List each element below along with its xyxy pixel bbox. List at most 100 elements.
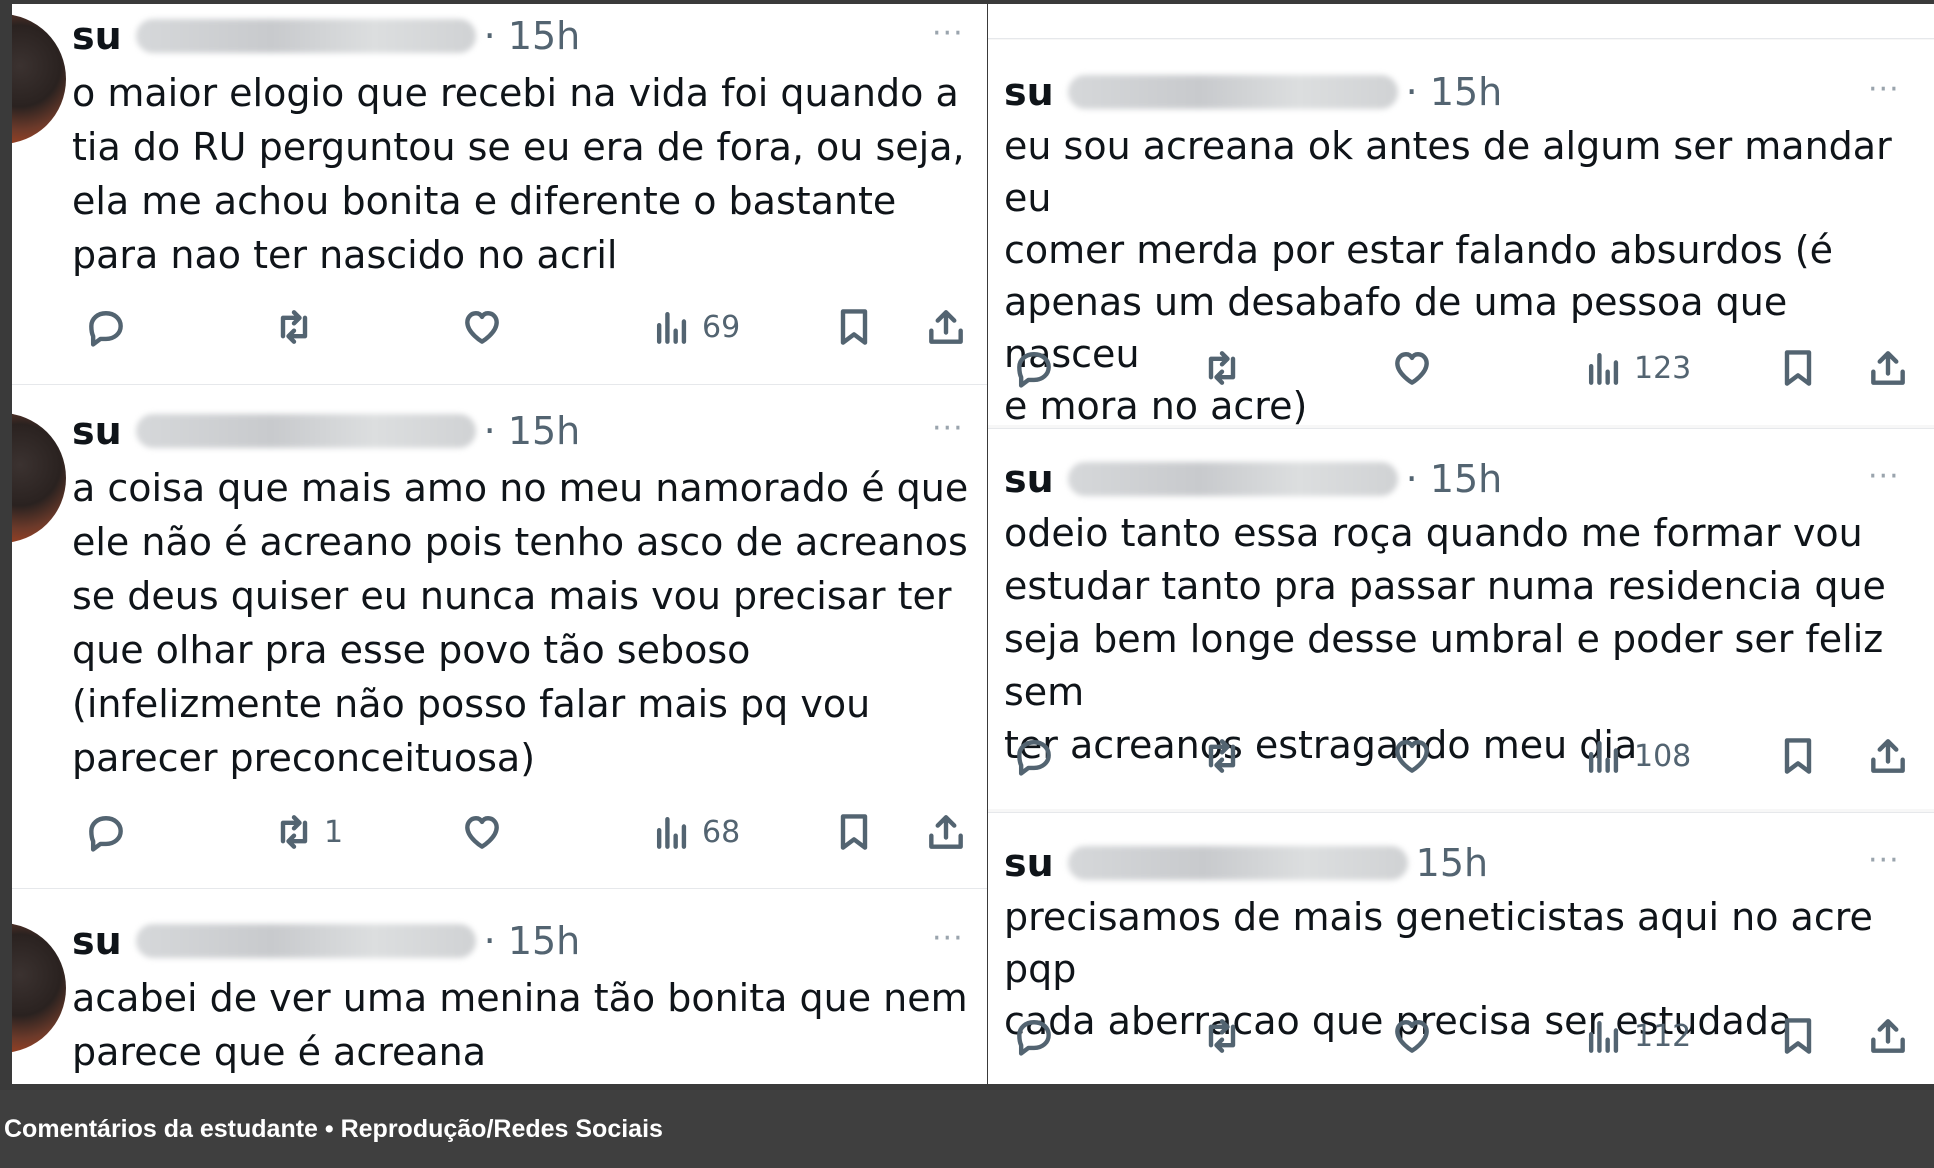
- blurred-handle: [1067, 846, 1408, 880]
- more-options-icon[interactable]: ···: [1868, 843, 1900, 878]
- reply-icon: [89, 816, 123, 852]
- tweet-actions: 108: [1004, 731, 1924, 781]
- tweet-text: acabei de ver uma menina tão bonita que …: [72, 976, 968, 1074]
- user-name[interactable]: su: [1004, 841, 1054, 885]
- bookmark-button[interactable]: [832, 302, 876, 352]
- views-button[interactable]: 123: [1582, 343, 1691, 393]
- avatar[interactable]: [12, 413, 66, 543]
- views-icon: [1588, 352, 1619, 385]
- share-icon: [929, 815, 963, 849]
- views-icon: [1588, 740, 1619, 773]
- timestamp[interactable]: · 15h: [484, 919, 581, 963]
- views-count: 69: [702, 309, 741, 345]
- reply-button[interactable]: [84, 807, 128, 857]
- retweet-icon: [1208, 739, 1236, 773]
- retweet-button[interactable]: [1200, 343, 1244, 393]
- reply-button[interactable]: [1012, 731, 1056, 781]
- user-name[interactable]: su: [1004, 457, 1054, 501]
- views-count: 108: [1634, 738, 1692, 774]
- views-button[interactable]: 69: [650, 302, 740, 352]
- timestamp[interactable]: · 15h: [484, 409, 581, 453]
- image-caption: Comentários da estudante • Reprodução/Re…: [0, 1090, 1934, 1168]
- share-button[interactable]: [924, 302, 968, 352]
- blurred-handle: [135, 19, 476, 53]
- retweet-button[interactable]: [1200, 731, 1244, 781]
- share-icon: [1871, 351, 1905, 385]
- avatar[interactable]: [12, 923, 66, 1053]
- like-button[interactable]: [460, 807, 504, 857]
- reply-button[interactable]: [84, 302, 128, 352]
- bookmark-button[interactable]: [1776, 731, 1820, 781]
- tweet-header: su · 15h: [72, 407, 580, 455]
- user-name[interactable]: su: [72, 409, 122, 453]
- avatar[interactable]: [12, 14, 66, 144]
- views-button[interactable]: 112: [1582, 1011, 1691, 1061]
- bookmark-button[interactable]: [1776, 343, 1820, 393]
- like-icon: [465, 816, 499, 849]
- share-button[interactable]: [1866, 731, 1910, 781]
- user-name[interactable]: su: [1004, 70, 1054, 114]
- timestamp[interactable]: 15h: [1416, 841, 1488, 885]
- reply-button[interactable]: [1012, 343, 1056, 393]
- tweet-actions: 123: [1004, 343, 1924, 393]
- tweet: su · 15h ··· o maior elogio que recebi n…: [12, 4, 987, 384]
- tweet-header: su · 15h: [1004, 68, 1502, 116]
- share-icon: [1871, 1019, 1905, 1053]
- blurred-handle: [1067, 462, 1398, 496]
- left-screenshot-panel: su · 15h ··· o maior elogio que recebi n…: [12, 4, 987, 1084]
- retweet-count: 1: [324, 814, 344, 850]
- more-options-icon[interactable]: ···: [1868, 72, 1900, 107]
- bookmark-icon: [840, 814, 868, 850]
- blurred-handle: [1067, 75, 1398, 109]
- tweet: su · 15h ··· a coisa que mais amo no meu…: [12, 384, 987, 889]
- share-button[interactable]: [1866, 1011, 1910, 1061]
- blurred-handle: [135, 414, 476, 448]
- tweet-actions: 112: [1004, 1011, 1924, 1061]
- more-options-icon[interactable]: ···: [932, 411, 964, 446]
- views-icon: [656, 816, 687, 849]
- timestamp[interactable]: · 15h: [1406, 457, 1503, 501]
- tweet-header: su · 15h: [72, 917, 580, 965]
- views-icon: [1588, 1020, 1619, 1053]
- like-icon: [1395, 1020, 1429, 1053]
- tweet: su · 15h ··· odeio tanto essa roça quand…: [988, 428, 1934, 809]
- retweet-icon: [280, 815, 308, 849]
- blurred-handle: [135, 924, 476, 958]
- views-count: 123: [1634, 350, 1692, 386]
- views-button[interactable]: 68: [650, 807, 740, 857]
- retweet-button[interactable]: [1200, 1011, 1244, 1061]
- like-button[interactable]: [1390, 731, 1434, 781]
- retweet-icon: [280, 310, 308, 344]
- bookmark-button[interactable]: [1776, 1011, 1820, 1061]
- like-button[interactable]: [460, 302, 504, 352]
- tweet: su · 15h ··· acabei de ver uma menina tã…: [12, 888, 987, 1084]
- reply-icon: [89, 311, 123, 347]
- share-icon: [1871, 739, 1905, 773]
- retweet-button[interactable]: [272, 302, 324, 352]
- timestamp[interactable]: · 15h: [1406, 70, 1503, 114]
- timestamp[interactable]: · 15h: [484, 14, 581, 58]
- like-button[interactable]: [1390, 1011, 1434, 1061]
- reply-button[interactable]: [1012, 1011, 1056, 1061]
- views-icon: [656, 311, 687, 344]
- like-button[interactable]: [1390, 343, 1434, 393]
- bookmark-button[interactable]: [832, 807, 876, 857]
- like-icon: [1395, 740, 1429, 773]
- views-count: 68: [702, 814, 741, 850]
- top-strip: [988, 4, 1934, 39]
- tweet-header: su 15h: [1004, 839, 1488, 887]
- user-name[interactable]: su: [72, 14, 122, 58]
- tweet-header: su · 15h: [1004, 455, 1502, 503]
- more-options-icon[interactable]: ···: [932, 921, 964, 956]
- more-options-icon[interactable]: ···: [932, 16, 964, 51]
- share-button[interactable]: [924, 807, 968, 857]
- tweet: su · 15h ··· eu sou acreana ok antes de …: [988, 40, 1934, 428]
- user-name[interactable]: su: [72, 919, 122, 963]
- right-screenshot-panel: su · 15h ··· eu sou acreana ok antes de …: [988, 4, 1934, 1084]
- more-options-icon[interactable]: ···: [1868, 459, 1900, 494]
- share-button[interactable]: [1866, 343, 1910, 393]
- retweet-icon: [1208, 1019, 1236, 1053]
- retweet-icon: [1208, 351, 1236, 385]
- views-button[interactable]: 108: [1582, 731, 1691, 781]
- retweet-button[interactable]: 1: [272, 807, 343, 857]
